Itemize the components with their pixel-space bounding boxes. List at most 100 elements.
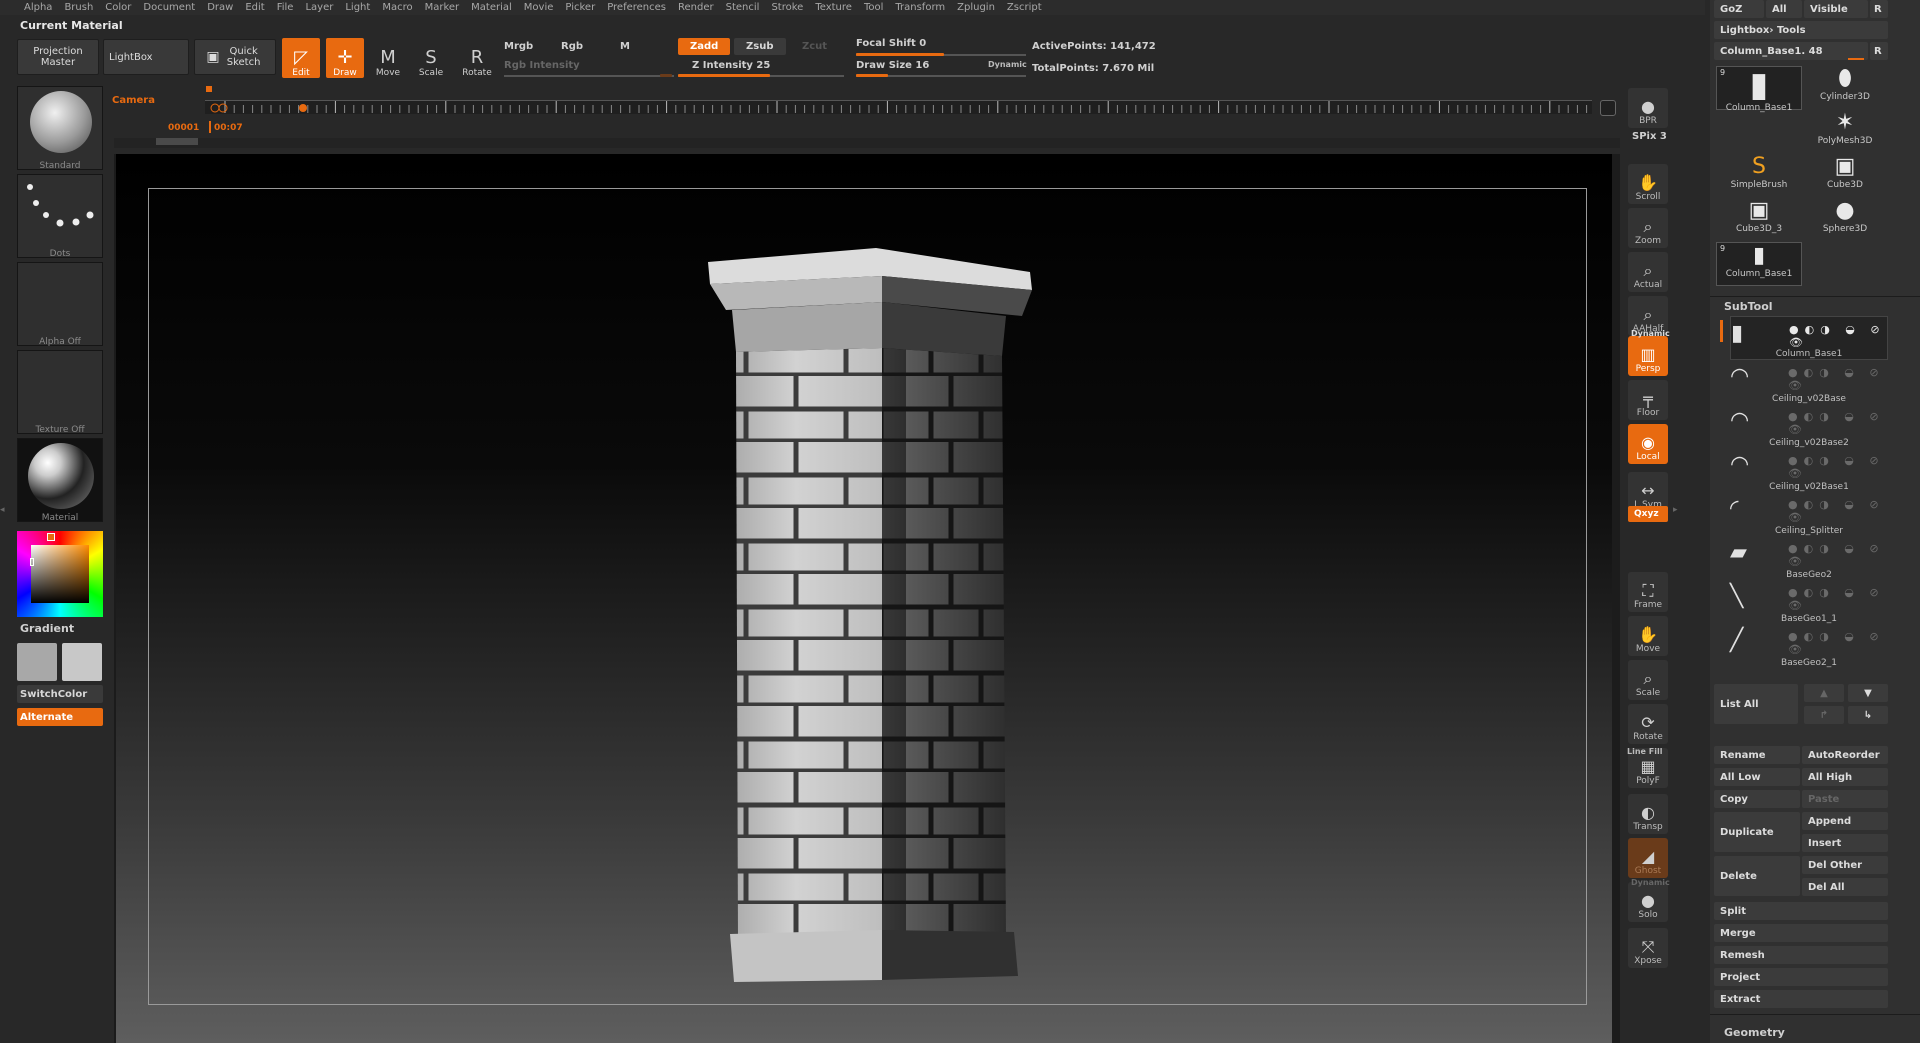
subtool-toggles[interactable]: ●◐◑ ◒ ⊘ 👁 [1789, 323, 1887, 349]
menu-edit[interactable]: Edit [239, 2, 270, 13]
projection-master-button[interactable]: Projection Master [17, 39, 99, 75]
draw-size-slider[interactable]: Draw Size 16 [856, 60, 929, 71]
remesh-button[interactable]: Remesh [1714, 946, 1888, 964]
list-all-button[interactable]: List All [1714, 684, 1798, 724]
horizontal-scrollbar[interactable] [114, 138, 1620, 148]
dots-stroke-thumb[interactable]: Dots [17, 174, 103, 259]
m-button[interactable]: M [620, 41, 630, 52]
draw-button[interactable]: ✛ Draw [326, 38, 364, 78]
menu-draw[interactable]: Draw [201, 2, 239, 13]
tool-thumb[interactable]: ▣ Cube3D_3 [1716, 198, 1802, 242]
xyz-symmetry-button[interactable]: Qxyz [1628, 506, 1668, 522]
mrgb-button[interactable]: Mrgb [504, 41, 533, 52]
horizontal-scroll-thumb[interactable] [156, 138, 198, 145]
lightbox-tools-button[interactable]: Lightbox› Tools [1714, 21, 1888, 39]
tool-r-button[interactable]: R [1870, 42, 1888, 60]
shelf-frame-button[interactable]: ⛶ Frame [1628, 572, 1668, 612]
color-picker[interactable] [17, 531, 103, 617]
menu-stencil[interactable]: Stencil [720, 2, 766, 13]
left-collapse-arrow[interactable]: ◂ [0, 505, 7, 535]
rotate-button[interactable]: R Rotate [458, 38, 496, 79]
subtool-row[interactable]: ◠ ●◐◑ ◒ ⊘ 👁 Ceiling_v02Base1 [1730, 448, 1888, 492]
shelf-scroll-button[interactable]: ✋ Scroll [1628, 164, 1668, 204]
menu-zplugin[interactable]: Zplugin [951, 2, 1001, 13]
shelf-move-button[interactable]: ✋ Move [1628, 616, 1668, 656]
zsub-button[interactable]: Zsub [734, 38, 786, 55]
menu-marker[interactable]: Marker [419, 2, 466, 13]
shelf-rotate-button[interactable]: ⟳ Rotate [1628, 704, 1668, 744]
menu-render[interactable]: Render [672, 2, 720, 13]
lightbox-button[interactable]: LightBox [103, 39, 189, 75]
copy-button[interactable]: Copy [1714, 790, 1800, 808]
tool-thumb[interactable]: ▮ Column_Base1 9 [1716, 242, 1802, 286]
primary-color-swatch[interactable] [17, 643, 57, 681]
shelf-persp-button[interactable]: ▥ Persp [1628, 336, 1668, 376]
menu-stroke[interactable]: Stroke [765, 2, 809, 13]
shelf-transp-button[interactable]: ◐ Transp [1628, 794, 1668, 834]
insert-button[interactable]: Insert [1802, 834, 1888, 852]
menu-preferences[interactable]: Preferences [601, 2, 672, 13]
subtool-row[interactable]: ▰ ●◐◑ ◒ ⊘ 👁 BaseGeo2 [1730, 536, 1888, 580]
move-top-button[interactable]: ↱ [1804, 706, 1844, 724]
shelf-local-button[interactable]: ◉ Local [1628, 424, 1668, 464]
menu-movie[interactable]: Movie [518, 2, 560, 13]
menu-layer[interactable]: Layer [299, 2, 339, 13]
standard-brush-thumb[interactable]: Standard [17, 86, 103, 171]
subtool-toggles[interactable]: ●◐◑ ◒ ⊘ 👁 [1788, 630, 1888, 656]
subtool-toggles[interactable]: ●◐◑ ◒ ⊘ 👁 [1788, 454, 1888, 480]
color-marker[interactable] [30, 558, 34, 566]
subtool-toggles[interactable]: ●◐◑ ◒ ⊘ 👁 [1788, 586, 1888, 612]
delete-button[interactable]: Delete [1714, 856, 1800, 896]
alternate-button[interactable]: Alternate [17, 708, 103, 726]
menu-texture[interactable]: Texture [809, 2, 858, 13]
zadd-button[interactable]: Zadd [678, 38, 730, 55]
subtool-row[interactable]: ◠ ●◐◑ ◒ ⊘ 👁 Ceiling_v02Base2 [1730, 404, 1888, 448]
switch-color-button[interactable]: SwitchColor [17, 685, 103, 703]
geometry-header[interactable]: Geometry [1724, 1026, 1785, 1039]
goz-visible-button[interactable]: Visible [1804, 0, 1868, 18]
rgb-intensity-slider[interactable]: Rgb Intensity [504, 60, 580, 71]
shelf-floor-button[interactable]: ╤ Floor [1628, 380, 1668, 420]
split-button[interactable]: Split [1714, 902, 1888, 920]
menu-color[interactable]: Color [99, 2, 137, 13]
subtool-toggles[interactable]: ●◐◑ ◒ ⊘ 👁 [1788, 498, 1888, 524]
edit-button[interactable]: ◸ Edit [282, 38, 320, 78]
subtool-row[interactable]: ╲ ●◐◑ ◒ ⊘ 👁 BaseGeo1_1 [1730, 580, 1888, 624]
subtool-row[interactable]: ◠ ●◐◑ ◒ ⊘ 👁 Ceiling_v02Base [1730, 360, 1888, 404]
subtool-row[interactable]: ◜ ●◐◑ ◒ ⊘ 👁 Ceiling_Splitter [1730, 492, 1888, 536]
canvas-viewport[interactable] [114, 154, 1620, 1043]
subtool-toggles[interactable]: ●◐◑ ◒ ⊘ 👁 [1788, 366, 1888, 392]
tool-thumb[interactable]: ▮ Column_Base1 9 [1716, 66, 1802, 113]
goz-button[interactable]: GoZ [1714, 0, 1764, 18]
zcut-button[interactable]: Zcut [790, 38, 842, 55]
tool-thumb[interactable]: ⬮ Cylinder3D [1802, 66, 1888, 110]
quick-sketch-button[interactable]: ▣ Quick Sketch [194, 39, 276, 75]
rgb-intensity-track[interactable] [504, 75, 674, 77]
material-thumb[interactable]: Material [17, 438, 103, 523]
subtool-toggles[interactable]: ●◐◑ ◒ ⊘ 👁 [1788, 542, 1888, 568]
spix-control[interactable]: SPix 3 [1632, 131, 1667, 142]
secondary-color-swatch[interactable] [62, 643, 102, 681]
alpha-thumb[interactable]: Alpha Off [17, 262, 103, 347]
timeline-track[interactable] [205, 100, 1597, 114]
menu-file[interactable]: File [271, 2, 300, 13]
timeline-option-box[interactable] [1600, 100, 1616, 116]
merge-button[interactable]: Merge [1714, 924, 1888, 942]
timeline-start-marker[interactable] [206, 86, 212, 92]
menu-zscript[interactable]: Zscript [1001, 2, 1048, 13]
subtool-row[interactable]: ▮ ●◐◑ ◒ ⊘ 👁 Column_Base1 [1730, 316, 1888, 360]
shelf-actual-button[interactable]: ⌕ Actual [1628, 252, 1668, 292]
menu-picker[interactable]: Picker [559, 2, 601, 13]
saturation-value-square[interactable] [31, 545, 89, 603]
del-all-button[interactable]: Del All [1802, 878, 1888, 896]
shelf-xpose-button[interactable]: ⤧ Xpose [1628, 928, 1668, 968]
gradient-label[interactable]: Gradient [20, 622, 74, 635]
move-up-button[interactable]: ▲ [1804, 684, 1844, 702]
auto-reorder-button[interactable]: AutoReorder [1802, 746, 1888, 764]
shelf-ghost-button[interactable]: ◢ Ghost [1628, 838, 1668, 878]
append-button[interactable]: Append [1802, 812, 1888, 830]
menu-material[interactable]: Material [465, 2, 518, 13]
texture-thumb[interactable]: Texture Off [17, 350, 103, 435]
focal-shift-slider[interactable]: Focal Shift 0 [856, 38, 926, 49]
subtool-header[interactable]: SubTool [1724, 300, 1773, 313]
